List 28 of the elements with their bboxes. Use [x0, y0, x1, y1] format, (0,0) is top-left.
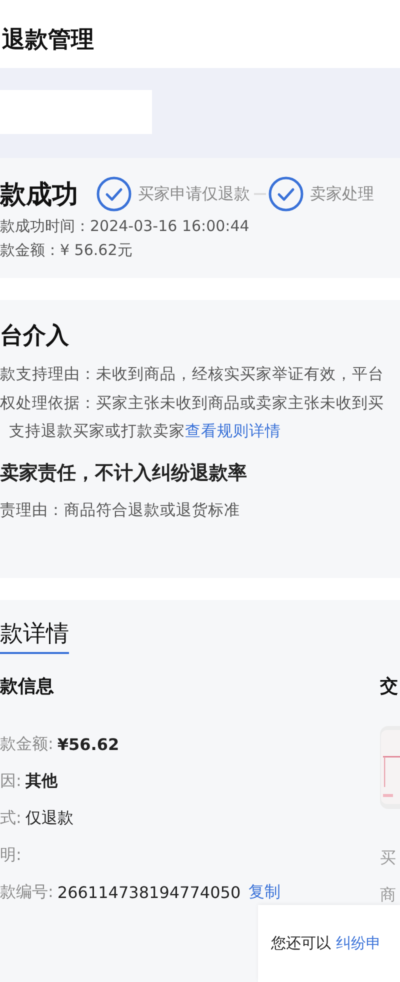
field-label: 明:: [0, 845, 22, 866]
page-title: 退款管理: [2, 26, 94, 54]
ruling-text: 款支持理由：未收到商品，经核实买家举证有效，平台: [0, 364, 385, 385]
status-detail: 款金额：¥ 56.62元: [0, 240, 134, 261]
field-value: 其他: [25, 771, 58, 792]
details-tab[interactable]: 款详情: [0, 616, 69, 654]
field-value: 仅退款: [25, 808, 74, 829]
verdict-reason: 责理由：商品符合退款或退货标准: [0, 500, 241, 520]
field-value: ¥56.62: [57, 735, 120, 754]
field-label: 款编号:: [0, 882, 54, 903]
verdict-heading: 卖家责任，不计入纠纷退款率: [0, 460, 248, 486]
section-title: 台介入: [0, 322, 70, 351]
step-label: 买家申请仅退款: [138, 184, 250, 204]
popup-text: 您还可以: [271, 934, 331, 953]
copy-link[interactable]: 复制: [248, 882, 281, 903]
field-label: 款金额:: [0, 734, 54, 755]
ruling-text: 权处理依据：买家主张未收到商品或卖家主张未收到买: [0, 392, 385, 414]
ruling-text: 支持退款买家或打款卖家查看规则详情: [8, 421, 282, 442]
field-label: 商: [380, 884, 397, 906]
rule-details-link[interactable]: 查看规则详情: [185, 422, 281, 440]
step-label: 卖家处理: [310, 184, 374, 204]
field-label: 式:: [0, 808, 22, 829]
field-label: 买: [380, 847, 397, 869]
section-heading: 交: [380, 675, 399, 699]
status-detail: 款成功时间：2024-03-16 16:00:44: [0, 216, 250, 237]
field-label: 因:: [0, 771, 22, 792]
dispute-link[interactable]: 纠纷申: [336, 934, 381, 953]
field-value: 266114738194774050: [57, 883, 241, 902]
